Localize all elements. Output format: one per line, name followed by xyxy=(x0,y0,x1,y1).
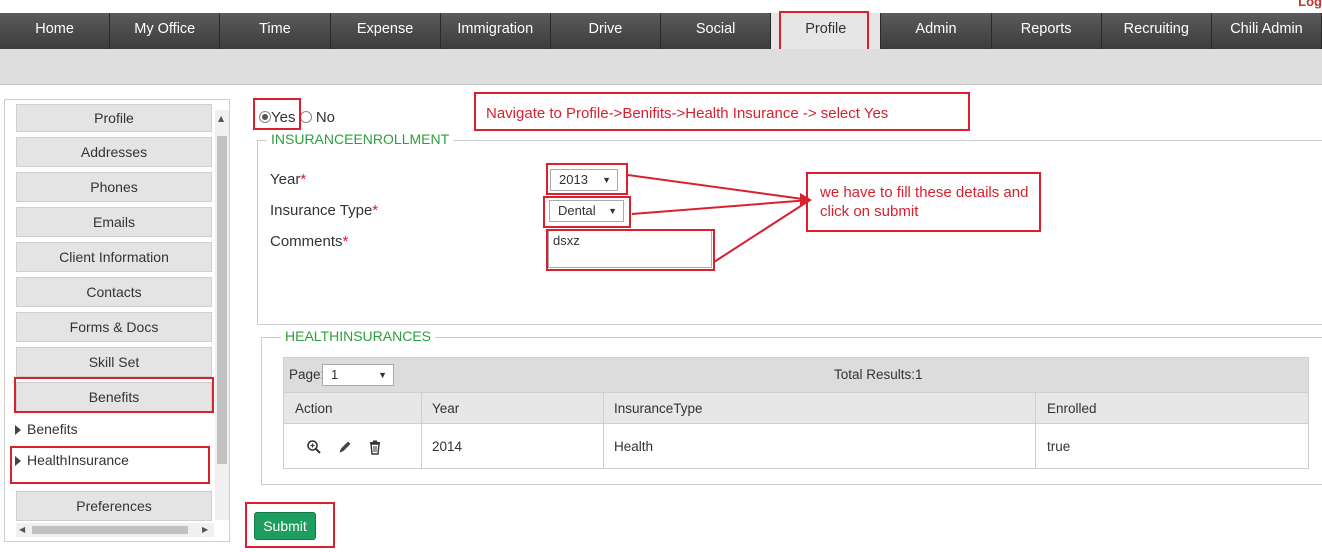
sidebar-item-forms-docs[interactable]: Forms & Docs xyxy=(16,312,212,342)
total-results: Total Results:1 xyxy=(834,367,923,382)
annotation-navigate-box: Navigate to Profile->Benifits->Health In… xyxy=(474,92,970,131)
annotation-fill-text: we have to fill these details and click … xyxy=(820,184,1029,220)
enrollment-fieldset xyxy=(257,140,1322,325)
radio-no-label: No xyxy=(315,109,336,126)
tree-item-label: Benefits xyxy=(27,421,78,437)
health-insurances-grid: Page: 1 ▼ Total Results:1 Action Year Ins… xyxy=(283,357,1309,469)
year-label: Year* xyxy=(270,171,307,188)
tree-item-benefits[interactable]: Benefits xyxy=(15,418,78,440)
horizontal-scrollbar[interactable]: ◀ ▶ xyxy=(16,523,214,537)
main-navigation: Home My Office Time Expense Immigration … xyxy=(0,13,1322,49)
highlight-comments xyxy=(546,229,715,271)
column-insurance-type[interactable]: InsuranceType xyxy=(614,401,703,416)
enrollment-legend: INSURANCEENROLLMENT xyxy=(267,131,454,147)
sidebar-item-addresses[interactable]: Addresses xyxy=(16,137,212,167)
nav-expense[interactable]: Expense xyxy=(331,13,441,49)
grid-header: Action Year InsuranceType Enrolled xyxy=(284,392,1308,424)
login-link-fragment[interactable]: Log xyxy=(1298,0,1322,9)
highlight-profile-tab xyxy=(779,11,869,51)
nav-recruiting[interactable]: Recruiting xyxy=(1102,13,1212,49)
expand-arrow-icon xyxy=(15,425,21,435)
edit-icon[interactable] xyxy=(337,439,353,455)
scroll-up-icon[interactable]: ▲ xyxy=(218,114,224,123)
vertical-scrollbar[interactable]: ▲ xyxy=(215,110,229,520)
column-year[interactable]: Year xyxy=(432,401,459,416)
cell-year: 2014 xyxy=(432,439,463,454)
highlight-submit xyxy=(245,502,335,548)
table-row: 2014 Health true xyxy=(284,425,1308,468)
cell-insurance-type: Health xyxy=(614,439,654,454)
sidebar-item-contacts[interactable]: Contacts xyxy=(16,277,212,307)
radio-no[interactable] xyxy=(299,111,312,123)
sidebar-item-phones[interactable]: Phones xyxy=(16,172,212,202)
scroll-thumb[interactable] xyxy=(217,136,227,464)
cell-enrolled: true xyxy=(1047,439,1071,454)
dropdown-caret-icon: ▼ xyxy=(378,370,387,380)
column-action[interactable]: Action xyxy=(295,401,333,416)
sidebar-item-profile[interactable]: Profile xyxy=(16,104,212,132)
nav-admin[interactable]: Admin xyxy=(881,13,992,49)
page-select[interactable]: 1 ▼ xyxy=(322,364,394,386)
annotation-fill-box: we have to fill these details and click … xyxy=(806,172,1041,232)
highlight-health-insurance xyxy=(10,446,210,484)
grid-pager: Page: 1 ▼ Total Results:1 xyxy=(284,358,1308,392)
scroll-left-icon[interactable]: ◀ xyxy=(19,525,25,534)
nav-time[interactable]: Time xyxy=(220,13,331,49)
highlight-benefits xyxy=(14,377,214,413)
nav-home[interactable]: Home xyxy=(0,13,111,49)
delete-icon[interactable] xyxy=(367,439,383,455)
highlight-yes-radio xyxy=(253,98,301,130)
view-icon[interactable] xyxy=(306,439,322,455)
sidebar-item-emails[interactable]: Emails xyxy=(16,207,212,237)
sidebar-item-preferences[interactable]: Preferences xyxy=(16,491,212,521)
comments-label: Comments* xyxy=(270,233,349,250)
scroll-thumb[interactable] xyxy=(32,526,188,534)
nav-social[interactable]: Social xyxy=(661,13,772,49)
highlight-year-select xyxy=(546,163,628,195)
annotation-navigate-text: Navigate to Profile->Benifits->Health In… xyxy=(486,105,889,122)
nav-my-office[interactable]: My Office xyxy=(110,13,221,49)
insurance-type-label: Insurance Type* xyxy=(270,202,379,219)
sidebar-item-skill-set[interactable]: Skill Set xyxy=(16,347,212,377)
nav-immigration[interactable]: Immigration xyxy=(441,13,551,49)
nav-chili-admin[interactable]: Chili Admin xyxy=(1212,13,1322,49)
nav-reports[interactable]: Reports xyxy=(992,13,1102,49)
page-label: Page: xyxy=(289,367,325,382)
sub-toolbar xyxy=(0,49,1322,85)
highlight-type-select xyxy=(543,196,631,228)
sidebar-item-client-information[interactable]: Client Information xyxy=(16,242,212,272)
health-insurances-legend: HEALTHINSURANCES xyxy=(281,328,435,344)
scroll-right-icon[interactable]: ▶ xyxy=(202,525,208,534)
column-enrolled[interactable]: Enrolled xyxy=(1047,401,1097,416)
nav-drive[interactable]: Drive xyxy=(551,13,662,49)
